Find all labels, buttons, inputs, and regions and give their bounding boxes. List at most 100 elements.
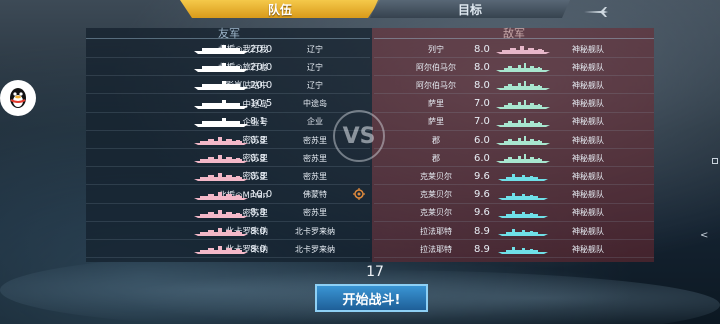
friendly-row[interactable]: 影岚咕咕中 20.0 辽宁	[86, 76, 370, 95]
friendly-row[interactable]: 北卡罗来纳 8.0 北卡罗来纳	[86, 222, 370, 240]
ship-silhouette-icon	[192, 81, 250, 91]
ship-silhouette-icon	[494, 227, 552, 236]
friendly-row[interactable]: 密苏里 8.8 密苏里	[86, 149, 370, 168]
qq-penguin-icon[interactable]	[0, 80, 36, 116]
ship-class: 克莱贝尔	[420, 208, 452, 218]
ship-silhouette-icon	[192, 209, 250, 218]
battleship-silhouette	[194, 246, 248, 255]
fleet-name: 神秘舰队	[572, 80, 604, 90]
friendly-row[interactable]: 中途岛 10.5 中途岛	[86, 95, 370, 113]
enemy-row[interactable]: 拉法耶特 8.9 神秘舰队	[374, 222, 654, 240]
enemy-row[interactable]: 郡 6.0 神秘舰队	[374, 149, 654, 168]
enemy-row[interactable]: 萨里 7.0 神秘舰队	[374, 113, 654, 131]
destroyer-silhouette	[498, 210, 548, 218]
friendly-row[interactable]: 企业号 8.1 企业	[86, 113, 370, 131]
ship-class: 辽宁	[307, 80, 323, 90]
ship-class: 萨里	[428, 99, 444, 109]
ship-silhouette-icon	[192, 99, 250, 109]
fleet-name: 神秘舰队	[572, 135, 604, 145]
destroyer-silhouette	[498, 247, 548, 255]
ship-class: 阿尔伯马尔	[416, 80, 456, 90]
fleet-name: 神秘舰队	[572, 190, 604, 200]
enemy-row[interactable]: 拉法耶特 8.9 神秘舰队	[374, 240, 654, 259]
ship-class: 克莱贝尔	[420, 171, 452, 181]
ship-rating: 20.0	[250, 43, 273, 55]
ship-silhouette-icon	[192, 117, 250, 127]
ship-rating: 7.0	[474, 116, 490, 128]
battleship-silhouette	[496, 46, 550, 54]
ship-silhouette-icon	[192, 245, 250, 255]
ship-silhouette-icon	[192, 154, 250, 164]
start-battle-button[interactable]: 开始战斗!	[315, 284, 428, 312]
ship-rating: 8.8	[250, 207, 266, 219]
cruiser-silhouette	[496, 63, 550, 73]
friendly-row[interactable]: 北卡罗来纳 8.0 北卡罗来纳	[86, 240, 370, 259]
vs-emblem: VS	[333, 110, 385, 162]
enemy-row[interactable]: 列宁 8.0 神秘舰队	[374, 40, 654, 58]
enemy-row[interactable]: 克莱贝尔 9.6 神秘舰队	[374, 167, 654, 186]
ship-rating: 8.9	[474, 243, 490, 255]
enemy-row[interactable]: 阿尔伯马尔 8.0 神秘舰队	[374, 58, 654, 77]
fleet-name: 神秘舰队	[572, 99, 604, 109]
carrier-silhouette	[194, 81, 248, 91]
ship-rating: 8.0	[474, 43, 490, 55]
cruiser-silhouette	[496, 99, 550, 109]
ship-class: 萨里	[428, 117, 444, 127]
enemy-row[interactable]: 郡 6.0 神秘舰队	[374, 131, 654, 149]
ship-class: 密苏里	[303, 135, 327, 145]
countdown-timer: 17	[366, 264, 384, 280]
friendly-row[interactable]: 密苏里 8.8 密苏里	[86, 131, 370, 149]
ship-class: 北卡罗来纳	[295, 226, 335, 236]
ship-rating: 8.0	[474, 61, 490, 73]
ship-rating: 8.1	[250, 116, 266, 128]
ship-class: 密苏里	[303, 208, 327, 218]
ship-silhouette-icon	[494, 99, 552, 109]
plane-icon	[584, 7, 608, 17]
enemy-row[interactable]: 克莱贝尔 9.6 神秘舰队	[374, 204, 654, 222]
enemy-row[interactable]: 萨里 7.0 神秘舰队	[374, 95, 654, 113]
ship-rating: 20.0	[250, 79, 273, 91]
ship-class: 郡	[432, 135, 440, 145]
ship-rating: 8.0	[250, 243, 266, 255]
friendly-row[interactable]: 密苏里 8.8 密苏里	[86, 167, 370, 186]
battleship-silhouette	[194, 155, 248, 164]
ship-class: 阿尔伯马尔	[416, 62, 456, 72]
enemy-row[interactable]: 克莱贝尔 9.6 神秘舰队	[374, 186, 654, 204]
ship-silhouette-icon	[192, 227, 250, 236]
tab-target[interactable]: 目标	[370, 0, 570, 18]
ship-class: 克莱贝尔	[420, 190, 452, 200]
friendly-row[interactable]: 密苏里 8.8 密苏里	[86, 204, 370, 222]
ship-class: 密苏里	[303, 171, 327, 181]
ship-class: 辽宁	[307, 62, 323, 72]
carrier-silhouette	[194, 117, 248, 127]
chevron-left-icon[interactable]: <	[700, 230, 708, 241]
fleet-name: 神秘舰队	[572, 226, 604, 236]
fleet-name: 神秘舰队	[572, 153, 604, 163]
ship-class: 佛蒙特	[303, 190, 327, 200]
friendly-row[interactable]: 北栀◎我行我 20.0 辽宁	[86, 40, 370, 58]
ship-silhouette-icon	[494, 81, 552, 91]
friendly-row[interactable]: 北栀◎MrYan 10.0 佛蒙特	[86, 186, 370, 204]
ship-rating: 6.0	[474, 152, 490, 164]
ship-silhouette-icon	[192, 136, 250, 145]
ship-silhouette-icon	[494, 154, 552, 164]
friendly-row[interactable]: 北栀◎旅行者 20.0 辽宁	[86, 58, 370, 77]
carrier-silhouette	[194, 45, 248, 54]
crosshair-icon	[353, 188, 365, 200]
enemy-row[interactable]: 阿尔伯马尔 8.0 神秘舰队	[374, 76, 654, 95]
ship-rating: 8.8	[250, 170, 266, 182]
ship-silhouette-icon	[494, 117, 552, 127]
ship-silhouette-icon	[494, 245, 552, 255]
ship-silhouette-icon	[494, 136, 552, 145]
ship-class: 密苏里	[303, 153, 327, 163]
ship-rating: 9.6	[474, 207, 490, 219]
battleship-silhouette	[194, 137, 248, 145]
cruiser-silhouette	[496, 154, 550, 164]
carrier-silhouette	[194, 99, 248, 109]
ship-class: 列宁	[428, 44, 444, 54]
row-divider	[374, 257, 654, 259]
ship-silhouette-icon	[494, 45, 552, 54]
ship-silhouette-icon	[494, 191, 552, 200]
tab-team[interactable]: 队伍	[180, 0, 380, 18]
penguin-icon	[10, 88, 26, 108]
